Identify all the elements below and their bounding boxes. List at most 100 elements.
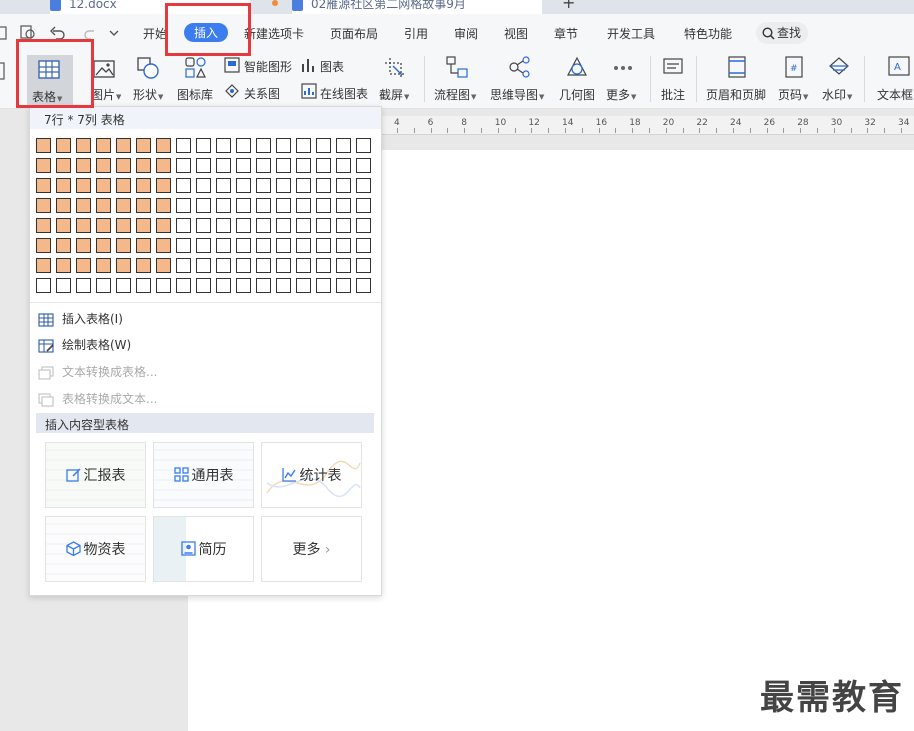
grid-cell[interactable] (56, 138, 71, 153)
comment-button[interactable]: 批注 (661, 86, 685, 103)
grid-cell[interactable] (156, 258, 171, 273)
grid-cell[interactable] (256, 258, 271, 273)
grid-cell[interactable] (76, 258, 91, 273)
grid-cell[interactable] (116, 138, 131, 153)
grid-cell[interactable] (236, 278, 251, 293)
grid-cell[interactable] (96, 218, 111, 233)
grid-cell[interactable] (236, 198, 251, 213)
grid-cell[interactable] (116, 198, 131, 213)
shape-button[interactable]: 形状▼ (133, 86, 163, 103)
screenshot-icon[interactable] (384, 57, 406, 79)
grid-cell[interactable] (316, 138, 331, 153)
template-report-card[interactable]: 汇报表 (45, 442, 146, 508)
grid-cell[interactable] (136, 258, 151, 273)
grid-cell[interactable] (116, 158, 131, 173)
more-button[interactable]: 更多▼ (606, 86, 636, 103)
icon-library-icon[interactable] (185, 57, 207, 79)
grid-cell[interactable] (196, 178, 211, 193)
grid-cell[interactable] (276, 138, 291, 153)
grid-cell[interactable] (276, 218, 291, 233)
grid-cell[interactable] (196, 278, 211, 293)
grid-cell[interactable] (196, 218, 211, 233)
geometry-icon[interactable] (566, 56, 588, 78)
picture-icon[interactable] (93, 59, 115, 81)
grid-cell[interactable] (296, 198, 311, 213)
grid-cell[interactable] (196, 258, 211, 273)
grid-cell[interactable] (176, 158, 191, 173)
grid-cell[interactable] (296, 138, 311, 153)
page-number-button[interactable]: 页码▼ (778, 86, 808, 103)
chart-icon[interactable] (301, 57, 317, 73)
grid-cell[interactable] (76, 178, 91, 193)
menu-home[interactable]: 开始 (143, 25, 167, 42)
chart-button[interactable]: 图表 (320, 58, 344, 75)
grid-cell[interactable] (276, 178, 291, 193)
grid-cell[interactable] (276, 238, 291, 253)
grid-cell[interactable] (56, 198, 71, 213)
grid-cell[interactable] (356, 178, 371, 193)
grid-cell[interactable] (116, 178, 131, 193)
grid-cell[interactable] (36, 278, 51, 293)
grid-cell[interactable] (76, 138, 91, 153)
grid-cell[interactable] (136, 178, 151, 193)
menu-section[interactable]: 章节 (554, 25, 578, 42)
online-chart-button[interactable]: 在线图表 (320, 85, 368, 102)
grid-cell[interactable] (296, 218, 311, 233)
grid-cell[interactable] (36, 158, 51, 173)
grid-cell[interactable] (336, 198, 351, 213)
textbox-button[interactable]: 文本框 (877, 86, 913, 103)
grid-cell[interactable] (156, 138, 171, 153)
grid-cell[interactable] (216, 158, 231, 173)
grid-cell[interactable] (316, 238, 331, 253)
grid-cell[interactable] (56, 178, 71, 193)
menu-view[interactable]: 视图 (504, 25, 528, 42)
grid-cell[interactable] (136, 158, 151, 173)
add-tab-button[interactable]: + (562, 0, 575, 12)
page-number-icon[interactable]: # (783, 56, 805, 78)
menu-developer[interactable]: 开发工具 (607, 25, 655, 42)
grid-cell[interactable] (256, 198, 271, 213)
grid-cell[interactable] (316, 158, 331, 173)
grid-cell[interactable] (116, 218, 131, 233)
smart-shape-icon[interactable] (224, 57, 240, 73)
grid-cell[interactable] (216, 138, 231, 153)
grid-cell[interactable] (36, 138, 51, 153)
grid-cell[interactable] (236, 218, 251, 233)
grid-cell[interactable] (256, 278, 271, 293)
grid-cell[interactable] (56, 258, 71, 273)
grid-cell[interactable] (336, 178, 351, 193)
grid-cell[interactable] (136, 238, 151, 253)
grid-cell[interactable] (156, 218, 171, 233)
grid-cell[interactable] (96, 198, 111, 213)
grid-cell[interactable] (136, 198, 151, 213)
grid-cell[interactable] (136, 278, 151, 293)
grid-cell[interactable] (316, 278, 331, 293)
template-materials-card[interactable]: 物资表 (45, 516, 146, 582)
tab-document-community[interactable]: 02雁源社区第二网格故事9月 (292, 0, 542, 14)
grid-cell[interactable] (256, 218, 271, 233)
grid-cell[interactable] (316, 198, 331, 213)
textbox-icon[interactable]: A (888, 56, 910, 78)
template-more-card[interactable]: 更多 › (261, 516, 362, 582)
menu-review[interactable]: 审阅 (454, 25, 478, 42)
grid-cell[interactable] (296, 258, 311, 273)
grid-cell[interactable] (36, 198, 51, 213)
grid-cell[interactable] (56, 158, 71, 173)
template-general-card[interactable]: 通用表 (153, 442, 254, 508)
search-button[interactable]: 查找 (756, 22, 808, 44)
insert-table-item[interactable]: 插入表格(I) (38, 309, 123, 329)
grid-cell[interactable] (176, 238, 191, 253)
grid-cell[interactable] (216, 198, 231, 213)
grid-cell[interactable] (156, 158, 171, 173)
grid-cell[interactable] (116, 258, 131, 273)
header-footer-button[interactable]: 页眉和页脚 (706, 86, 766, 103)
grid-cell[interactable] (216, 178, 231, 193)
grid-cell[interactable] (176, 138, 191, 153)
grid-cell[interactable] (76, 238, 91, 253)
grid-cell[interactable] (176, 218, 191, 233)
grid-cell[interactable] (96, 158, 111, 173)
grid-cell[interactable] (316, 178, 331, 193)
grid-cell[interactable] (296, 178, 311, 193)
grid-cell[interactable] (276, 278, 291, 293)
grid-cell[interactable] (256, 138, 271, 153)
